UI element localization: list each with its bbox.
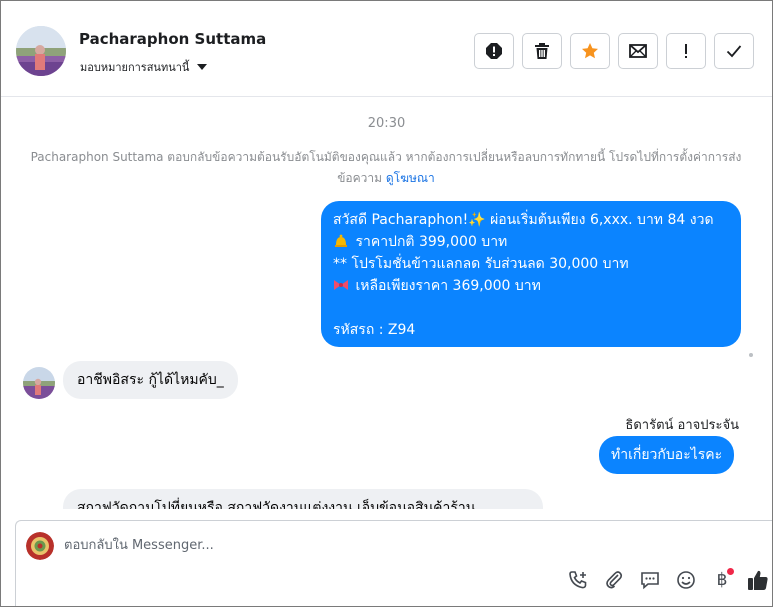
saved-reply-button[interactable] bbox=[632, 567, 668, 593]
message-timestamp: 20:30 bbox=[367, 116, 406, 131]
mark-spam-button[interactable] bbox=[474, 33, 514, 69]
star-icon bbox=[582, 43, 598, 59]
caret-down-icon bbox=[197, 64, 208, 70]
offer-line-2: ราคาปกติ 399,000 บาท bbox=[333, 231, 729, 253]
offer-line-2-text: ราคาปกติ 399,000 บาท bbox=[351, 234, 508, 250]
customer-message-bubble[interactable]: อาชีพอิสระ กู้ได้ไหมคับ_ bbox=[63, 361, 238, 399]
page-avatar bbox=[26, 532, 54, 560]
delete-button[interactable] bbox=[522, 33, 562, 69]
offer-line-1: สวัสดี Pacharaphon!✨ ผ่อนเริ่มต้นเพียง 6… bbox=[333, 212, 714, 228]
exclamation-icon bbox=[685, 44, 687, 58]
paperclip-icon bbox=[606, 571, 623, 589]
offer-line-4: เหลือเพียงราคา 369,000 บาท bbox=[333, 275, 729, 297]
conversation-window: Pacharaphon Suttama มอบหมายการสนทนานี้ 2… bbox=[0, 0, 773, 607]
star-button[interactable] bbox=[570, 33, 610, 69]
composer-toolbar: ฿ bbox=[560, 567, 772, 593]
follow-up-button[interactable] bbox=[666, 33, 706, 69]
reply-input[interactable] bbox=[64, 533, 744, 557]
notification-badge bbox=[727, 568, 734, 575]
agent-message-bubble[interactable]: ทำเกี่ยวกับอะไรคะ bbox=[599, 436, 735, 474]
bell-emoji-icon bbox=[335, 234, 347, 247]
attach-button[interactable] bbox=[596, 567, 632, 593]
ribbon-emoji-icon bbox=[334, 280, 348, 290]
baht-payment-icon: ฿ bbox=[716, 570, 728, 590]
offer-line-3: ** โปรโมชั่นข้าวแลกลด รับส่วนลด 30,000 บ… bbox=[333, 256, 629, 272]
mark-unread-button[interactable] bbox=[618, 33, 658, 69]
envelope-icon bbox=[629, 44, 647, 58]
view-ad-link[interactable]: ดูโฆษณา bbox=[386, 171, 435, 185]
offer-line-4-text: เหลือเพียงราคา 369,000 บาท bbox=[351, 278, 541, 294]
header-actions bbox=[474, 33, 754, 69]
alert-circle-icon bbox=[486, 43, 502, 59]
offer-blank-line bbox=[333, 297, 729, 319]
trash-icon bbox=[535, 43, 549, 59]
read-receipt bbox=[749, 353, 753, 357]
message-thread[interactable]: 20:30 Pacharaphon Suttama ตอบกลับข้อความ… bbox=[1, 97, 772, 509]
conversation-header: Pacharaphon Suttama มอบหมายการสนทนานี้ bbox=[1, 1, 772, 97]
emoji-icon bbox=[677, 571, 695, 589]
contact-avatar[interactable] bbox=[16, 26, 66, 76]
payment-button[interactable]: ฿ bbox=[704, 567, 740, 593]
assign-conversation-dropdown[interactable]: มอบหมายการสนทนานี้ bbox=[80, 58, 208, 76]
call-button[interactable] bbox=[560, 567, 596, 593]
customer-avatar[interactable] bbox=[23, 367, 55, 399]
check-icon bbox=[726, 45, 742, 58]
offer-message-bubble[interactable]: สวัสดี Pacharaphon!✨ ผ่อนเริ่มต้นเพียง 6… bbox=[321, 201, 741, 347]
emoji-button[interactable] bbox=[668, 567, 704, 593]
agent-name: ธิดารัตน์ อาจประจัน bbox=[625, 418, 739, 433]
like-button[interactable] bbox=[740, 567, 772, 593]
saved-reply-icon bbox=[641, 572, 659, 590]
thumbs-up-icon bbox=[748, 570, 768, 590]
offer-line-5: รหัสรถ : Z94 bbox=[333, 322, 416, 338]
contact-name[interactable]: Pacharaphon Suttama bbox=[79, 30, 266, 48]
mark-done-button[interactable] bbox=[714, 33, 754, 69]
phone-add-icon bbox=[569, 571, 587, 589]
assign-label: มอบหมายการสนทนานี้ bbox=[80, 61, 190, 74]
reply-composer: ฿ bbox=[15, 520, 772, 606]
auto-reply-notice: Pacharaphon Suttama ตอบกลับข้อความต้อนรั… bbox=[21, 147, 751, 189]
customer-message-bubble-2[interactable]: สถาฟวัดถามโปที่ยนหรือ สถาฟวัดงานแต่งงาน … bbox=[63, 489, 543, 509]
